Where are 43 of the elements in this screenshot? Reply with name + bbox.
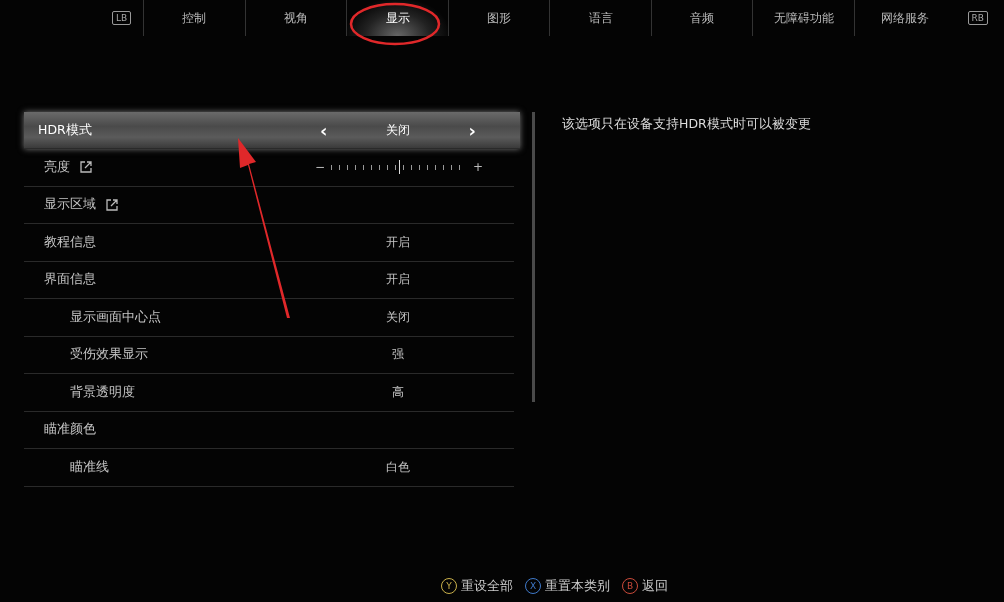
selected-setting-row[interactable]: HDR模式 ‹ 关闭 › xyxy=(24,112,520,149)
lb-key-icon[interactable]: LB xyxy=(112,11,132,25)
tab[interactable]: 无障碍功能 xyxy=(752,0,855,36)
setting-label: 瞄准线 xyxy=(70,458,109,476)
setting-value: 强 xyxy=(392,346,404,364)
tab[interactable]: 音频 xyxy=(650,0,753,36)
setting-value: 关闭 xyxy=(386,308,410,326)
external-link-icon xyxy=(80,161,92,174)
tab[interactable]: 显示 xyxy=(346,0,448,36)
footer-hint[interactable]: 返回 xyxy=(642,577,668,595)
setting-label: 受伤效果显示 xyxy=(70,346,148,364)
setting-label: 显示区域 xyxy=(44,196,96,214)
tab[interactable]: 网络服务 xyxy=(854,0,956,36)
setting-row[interactable]: 受伤效果显示 强 xyxy=(24,336,514,374)
setting-value: 高 xyxy=(392,383,404,401)
setting-label: 背景透明度 xyxy=(70,383,135,401)
setting-label: HDR模式 xyxy=(38,121,92,139)
external-link-icon xyxy=(106,198,118,211)
setting-label: 瞄准颜色 xyxy=(44,421,96,439)
setting-description: 该选项只在设备支持HDR模式时可以被变更 xyxy=(562,116,811,133)
setting-value: 关闭 xyxy=(386,121,410,139)
plus-sign: + xyxy=(473,160,484,175)
setting-label: 界面信息 xyxy=(44,271,96,289)
setting-row[interactable]: 背景透明度 高 xyxy=(24,374,514,412)
setting-row[interactable]: 显示画面中心点 关闭 xyxy=(24,299,514,337)
left-arrow[interactable]: ‹ xyxy=(320,119,328,141)
tab[interactable]: 语言 xyxy=(549,0,651,36)
setting-row[interactable]: 瞄准颜色 xyxy=(24,411,514,449)
tab[interactable]: 图形 xyxy=(447,0,550,36)
right-arrow[interactable]: › xyxy=(468,119,476,141)
footer-hint[interactable]: 重设全部 xyxy=(461,577,513,595)
setting-value: 开启 xyxy=(386,271,410,289)
rb-key-icon[interactable]: RB xyxy=(967,11,988,25)
minus-sign: − xyxy=(314,160,325,175)
setting-value: 白色 xyxy=(386,458,410,476)
setting-row[interactable]: 瞄准线 白色 xyxy=(24,449,514,487)
footer-hint[interactable]: 重置本类别 xyxy=(545,577,610,595)
setting-label: 亮度 xyxy=(44,158,70,176)
tab[interactable]: 控制 xyxy=(143,0,245,36)
setting-label: 教程信息 xyxy=(44,233,96,251)
tab[interactable]: 视角 xyxy=(244,0,347,36)
setting-label: 显示画面中心点 xyxy=(70,308,161,326)
setting-value: 开启 xyxy=(386,233,410,251)
